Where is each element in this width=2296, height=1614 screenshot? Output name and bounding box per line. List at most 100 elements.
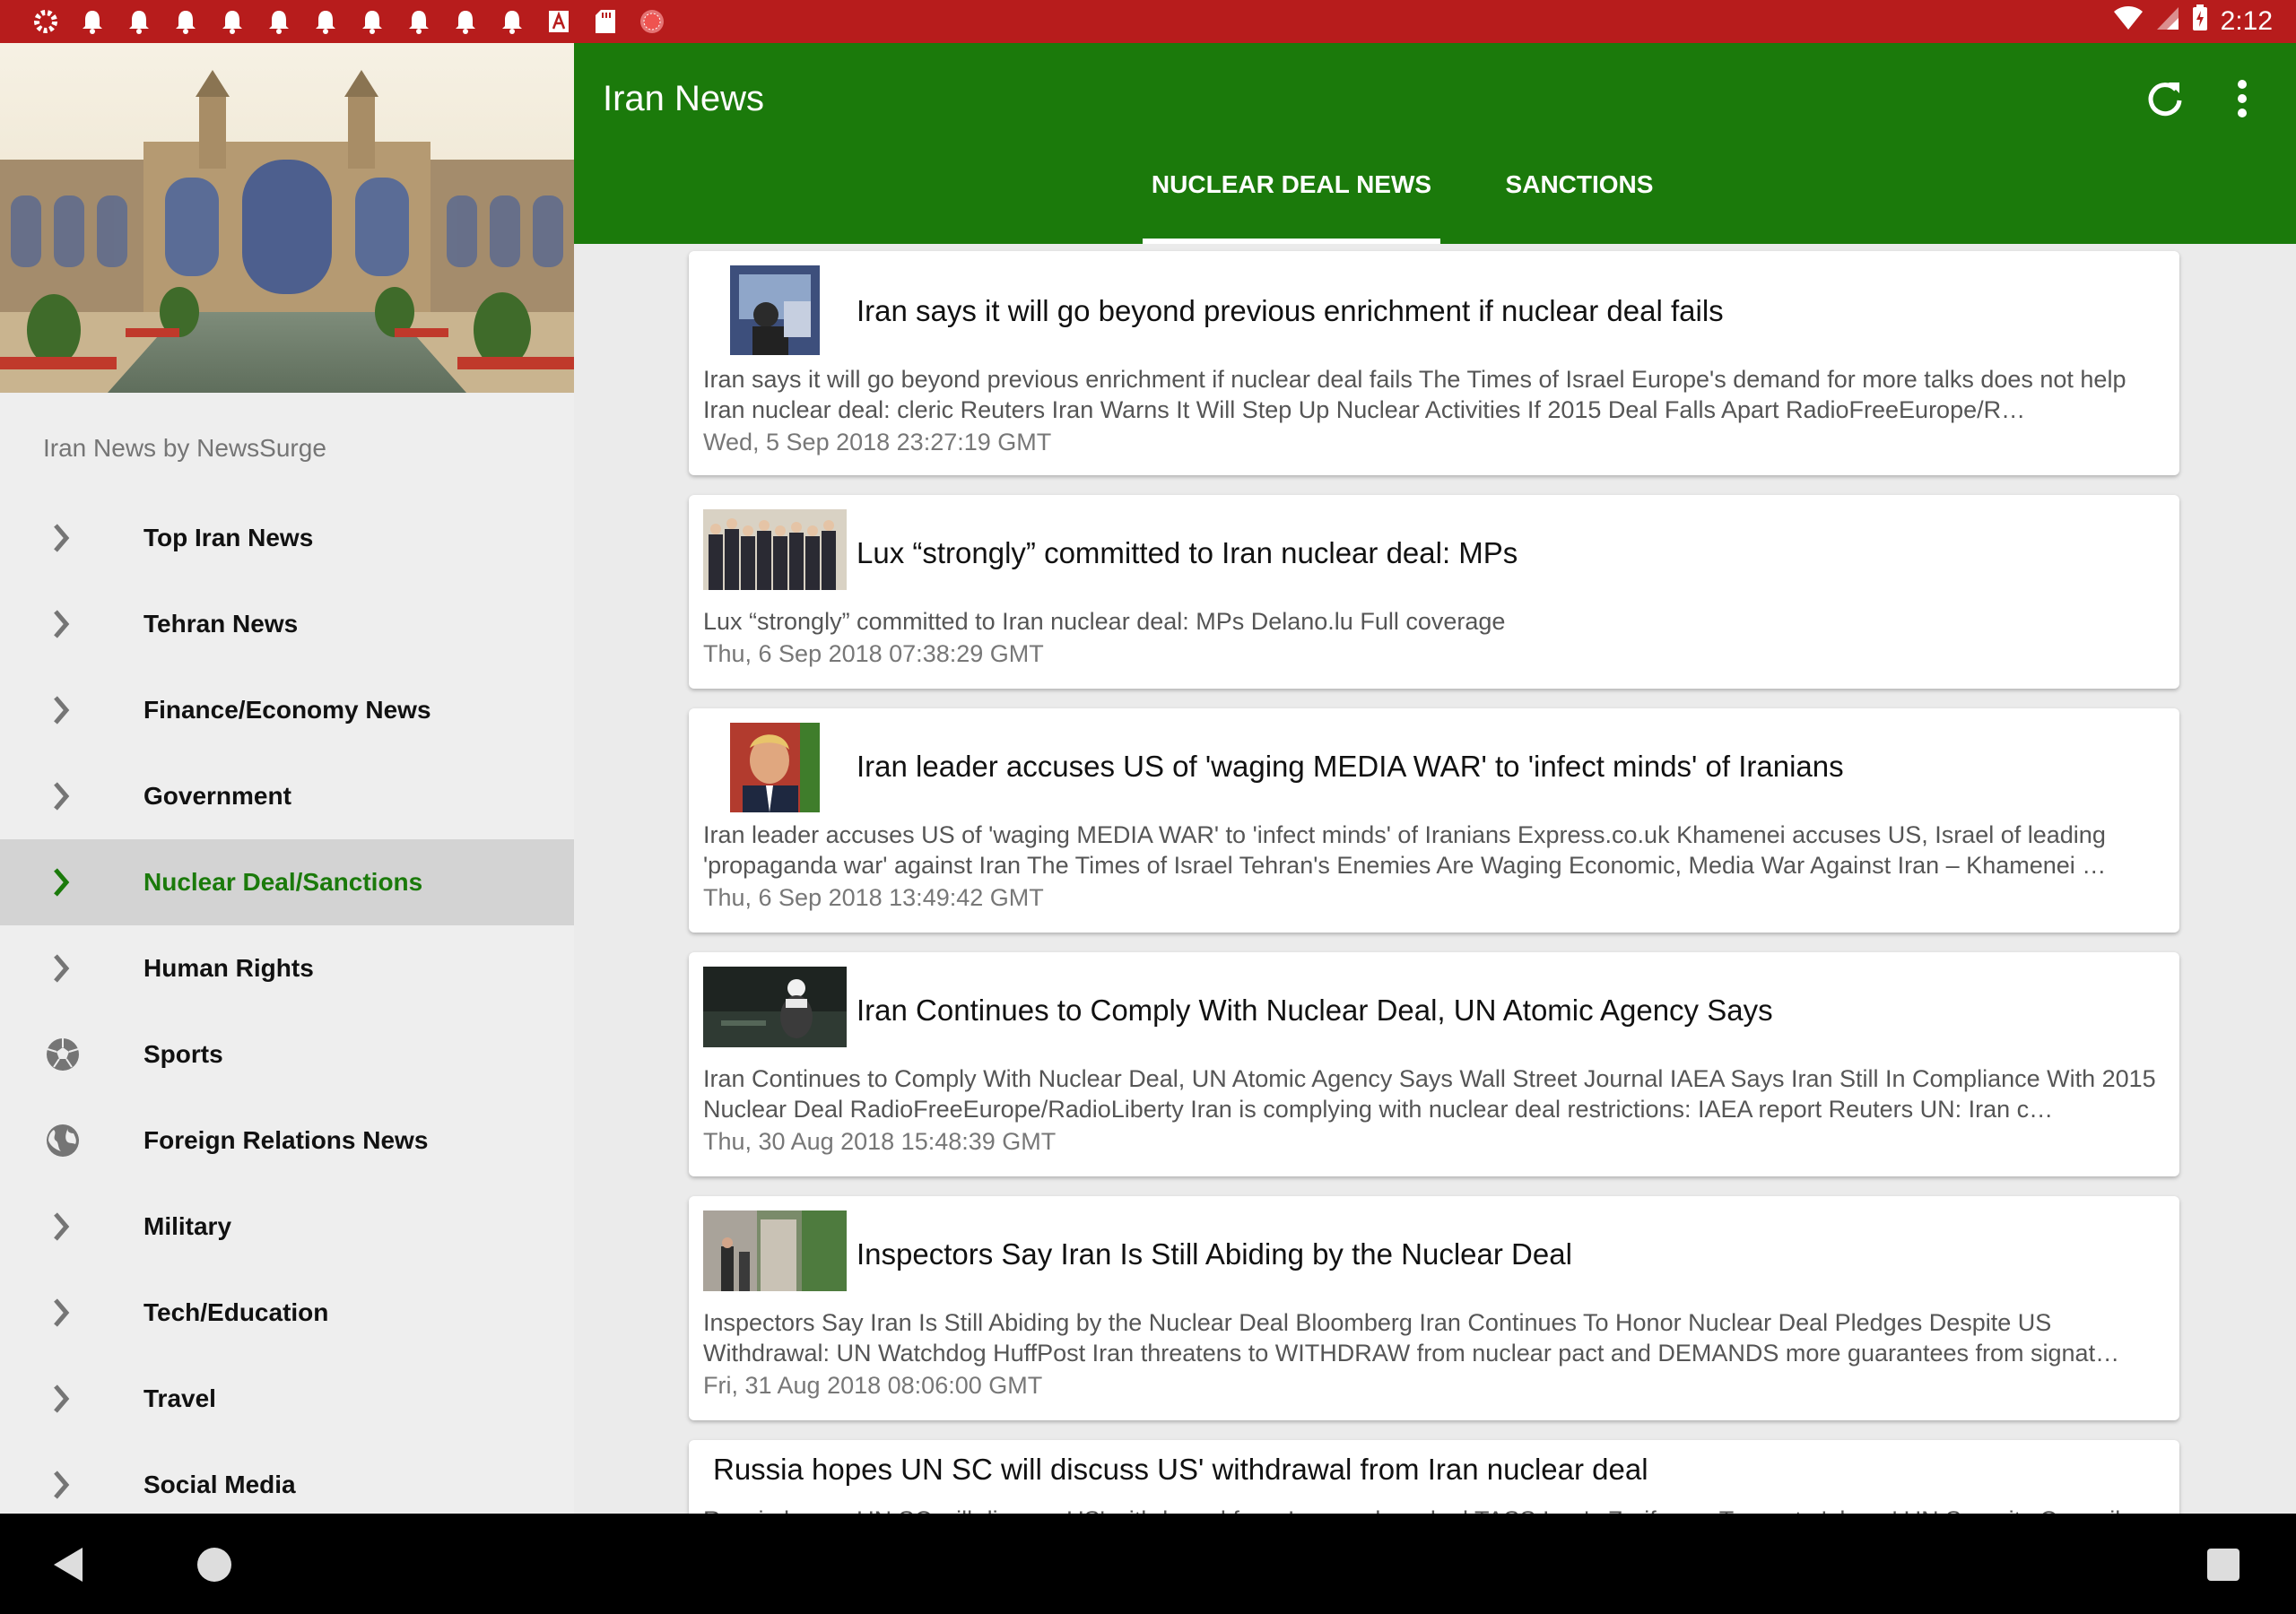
article-date: Thu, 6 Sep 2018 07:38:29 GMT: [703, 640, 1044, 667]
nav-item-foreign-relations-news[interactable]: Foreign Relations News: [0, 1098, 574, 1184]
article-card[interactable]: Inspectors Say Iran Is Still Abiding by …: [689, 1196, 2179, 1420]
article-thumbnail: [730, 265, 820, 355]
refresh-icon: [2142, 82, 2188, 126]
nav-item-sports[interactable]: Sports: [0, 1011, 574, 1098]
article-date: Wed, 5 Sep 2018 23:27:19 GMT: [703, 429, 1052, 456]
bell-icon: [170, 7, 201, 36]
nav-item-travel[interactable]: Travel: [0, 1356, 574, 1442]
nav-item-social-media[interactable]: Social Media: [0, 1442, 574, 1514]
article-snippet: Inspectors Say Iran Is Still Abiding by …: [703, 1309, 2120, 1367]
article-snippet: Russia hopes UN SC will discuss US' with…: [703, 1505, 2167, 1514]
nav-item-label: Government: [144, 782, 291, 810]
nav-item-label: Tech/Education: [144, 1298, 329, 1326]
chevron-right-icon: [43, 606, 83, 642]
nav-item-tech-education[interactable]: Tech/Education: [0, 1270, 574, 1356]
chevron-right-icon: [43, 864, 83, 900]
home-button[interactable]: [196, 1546, 233, 1588]
chevron-right-icon: [43, 1467, 83, 1503]
article-title: Russia hopes UN SC will discuss US' with…: [713, 1453, 1648, 1486]
article-thumbnail: [703, 509, 847, 590]
soccer-ball-icon: [43, 1037, 83, 1072]
article-date: Thu, 30 Aug 2018 15:48:39 GMT: [703, 1128, 1057, 1155]
nav-item-label: Nuclear Deal/Sanctions: [144, 868, 423, 896]
chevron-right-icon: [43, 1381, 83, 1417]
home-circle-icon: [196, 1548, 233, 1587]
article-card[interactable]: Lux “strongly” committed to Iran nuclear…: [689, 495, 2179, 689]
recents-button[interactable]: [2206, 1548, 2240, 1586]
battery-icon: [2192, 4, 2208, 39]
article-card[interactable]: Iran says it will go beyond previous enr…: [689, 251, 2179, 475]
article-card[interactable]: Iran Continues to Comply With Nuclear De…: [689, 952, 2179, 1176]
drawer-header-image: [0, 43, 574, 393]
article-snippet: Iran Continues to Comply With Nuclear De…: [703, 1065, 2156, 1123]
system-navigation-bar: [0, 1514, 2296, 1614]
article-card[interactable]: Russia hopes UN SC will discuss US' with…: [689, 1440, 2179, 1514]
article-date: Thu, 6 Sep 2018 13:49:42 GMT: [703, 884, 1044, 911]
article-thumbnail: [703, 1210, 847, 1291]
nav-item-military[interactable]: Military: [0, 1184, 574, 1270]
nav-item-label: Finance/Economy News: [144, 696, 431, 724]
clock-time: 2:12: [2220, 6, 2273, 36]
tab-label: NUCLEAR DEAL NEWS: [1151, 170, 1432, 198]
nav-item-label: Foreign Relations News: [144, 1126, 429, 1154]
bell-icon: [404, 7, 434, 36]
nav-item-label: Travel: [144, 1384, 216, 1412]
nav-item-government[interactable]: Government: [0, 753, 574, 839]
globe-icon: [43, 1123, 83, 1158]
article-date: Fri, 31 Aug 2018 08:06:00 GMT: [703, 1372, 1043, 1399]
nav-item-label: Top Iran News: [144, 524, 314, 551]
chevron-right-icon: [43, 778, 83, 814]
app-title: Iran News: [603, 79, 765, 118]
bell-icon: [310, 7, 341, 36]
article-title: Lux “strongly” committed to Iran nuclear…: [857, 536, 1518, 569]
navigation-drawer: Iran News by NewsSurge Top Iran News Teh…: [0, 43, 574, 1514]
signal-icon: [2156, 5, 2179, 38]
nav-item-label: Human Rights: [144, 954, 314, 982]
nav-item-top-iran-news[interactable]: Top Iran News: [0, 495, 574, 581]
bell-icon: [124, 7, 154, 36]
article-thumbnail: [730, 723, 820, 812]
nav-item-label: Military: [144, 1212, 232, 1240]
notification-icons: [30, 7, 683, 36]
refresh-button[interactable]: [2142, 75, 2188, 122]
tab-nuclear-deal-news[interactable]: NUCLEAR DEAL NEWS: [1143, 160, 1440, 244]
bell-icon: [357, 7, 387, 36]
nav-item-tehran-news[interactable]: Tehran News: [0, 581, 574, 667]
nav-item-human-rights[interactable]: Human Rights: [0, 925, 574, 1011]
article-snippet: Iran leader accuses US of 'waging MEDIA …: [703, 821, 2107, 879]
back-triangle-icon: [50, 1548, 86, 1587]
article-card[interactable]: Iran leader accuses US of 'waging MEDIA …: [689, 708, 2179, 933]
wifi-icon: [2113, 5, 2144, 38]
nav-item-label: Social Media: [144, 1471, 296, 1498]
nav-item-nuclear-deal-sanctions[interactable]: Nuclear Deal/Sanctions: [0, 839, 574, 925]
drawer-subtitle: Iran News by NewsSurge: [43, 434, 326, 462]
bell-icon: [450, 7, 481, 36]
bell-icon: [497, 7, 527, 36]
article-title: Iran leader accuses US of 'waging MEDIA …: [857, 750, 1844, 783]
back-button[interactable]: [50, 1546, 86, 1588]
gear-icon: [30, 7, 61, 36]
record-icon: [637, 7, 667, 36]
news-feed: Iran says it will go beyond previous enr…: [574, 244, 2296, 1514]
chevron-right-icon: [43, 1295, 83, 1331]
article-snippet: Lux “strongly” committed to Iran nuclear…: [703, 608, 1506, 635]
overflow-menu-button[interactable]: [2224, 75, 2260, 122]
chevron-right-icon: [43, 1209, 83, 1245]
chevron-right-icon: [43, 950, 83, 986]
article-title: Iran Continues to Comply With Nuclear De…: [857, 994, 1773, 1027]
article-snippet: Iran says it will go beyond previous enr…: [703, 366, 2126, 423]
tab-sanctions[interactable]: SANCTIONS: [1476, 160, 1683, 244]
article-thumbnail: [703, 967, 847, 1047]
nav-item-label: Tehran News: [144, 610, 299, 638]
chevron-right-icon: [43, 692, 83, 728]
bell-icon: [77, 7, 108, 36]
bell-icon: [264, 7, 294, 36]
tab-label: SANCTIONS: [1505, 170, 1654, 198]
app-bar: Iran News NUCLEAR DEAL NEWS SANCTIONS: [574, 43, 2296, 244]
recents-square-icon: [2206, 1549, 2240, 1585]
nav-item-finance-economy-news[interactable]: Finance/Economy News: [0, 667, 574, 753]
article-title: Inspectors Say Iran Is Still Abiding by …: [857, 1237, 1572, 1271]
nav-item-label: Sports: [144, 1040, 223, 1068]
sd-card-icon: [590, 7, 621, 36]
bell-icon: [217, 7, 248, 36]
